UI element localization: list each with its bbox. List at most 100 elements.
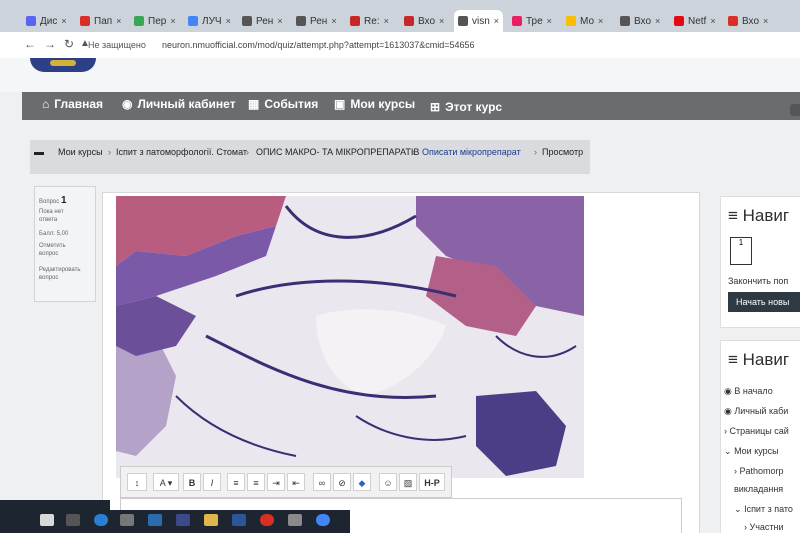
close-tab-icon[interactable]: × — [116, 16, 121, 26]
browser-tab[interactable]: ЛУЧ × — [184, 10, 235, 32]
browser-tab-label: Вхо — [634, 15, 652, 27]
nav-link-course-pathomorph[interactable]: › Pathomorp — [734, 466, 784, 476]
folder-icon[interactable] — [204, 514, 218, 526]
mail-icon[interactable] — [148, 514, 162, 526]
nav-link-participants[interactable]: › Участни — [744, 522, 784, 532]
nav-cabinet[interactable]: ◉ Личный кабинет — [122, 97, 236, 111]
browser-tab[interactable]: Re: × — [346, 10, 393, 32]
close-tab-icon[interactable]: × — [710, 16, 715, 26]
reload-icon[interactable]: ↻ — [64, 37, 74, 51]
link-icon[interactable]: ∞ — [313, 473, 331, 491]
edge-icon[interactable] — [94, 514, 108, 526]
main-nav: ⌂ Главная ◉ Личный кабинет ▦ События ▣ М… — [22, 92, 800, 120]
nav-link-dashboard[interactable]: ◉ Личный каби — [724, 406, 788, 417]
nav-thiscourse[interactable]: ⊞ Этот курс — [430, 100, 502, 114]
close-tab-icon[interactable]: × — [494, 16, 499, 26]
browser-tab[interactable]: Мо × — [562, 10, 607, 32]
document-icon — [242, 16, 252, 26]
nav-link-course-pathomorph-cont[interactable]: викладання — [734, 484, 783, 494]
nav-mycourses[interactable]: ▣ Мои курсы — [334, 97, 415, 111]
browser-tab[interactable]: Вхо × — [616, 10, 664, 32]
close-tab-icon[interactable]: × — [331, 16, 336, 26]
forward-icon[interactable]: → — [44, 37, 56, 51]
media-icon[interactable]: ◆ — [353, 473, 371, 491]
numbered-list-icon[interactable]: ≡ — [247, 473, 265, 491]
university-logo[interactable] — [30, 58, 96, 72]
site-navigation-title: ≡ Навиг — [728, 350, 789, 370]
close-tab-icon[interactable]: × — [763, 16, 768, 26]
video-icon[interactable] — [176, 514, 190, 526]
opera-icon[interactable] — [260, 514, 274, 526]
store-icon[interactable] — [120, 514, 134, 526]
chevron-right-icon: › — [744, 522, 747, 532]
browser-tab-label: ЛУЧ — [202, 15, 222, 27]
close-tab-icon[interactable]: × — [277, 16, 282, 26]
breadcrumb-course[interactable]: Іспит з патоморфології. Стомат — [116, 147, 247, 157]
start-new-preview-button[interactable]: Начать новы — [728, 292, 800, 312]
browser-tab[interactable]: Пер × — [130, 10, 180, 32]
close-tab-icon[interactable]: × — [655, 16, 660, 26]
flag-question-1[interactable]: Отметить — [39, 243, 66, 249]
screen: Дис × Пап × Пер × ЛУЧ × Рен × Рен × Re: × Вхо × visn × Тре… — [0, 0, 800, 533]
page-header — [0, 58, 800, 92]
image-icon[interactable]: ▨ — [399, 473, 417, 491]
browser-tab[interactable]: visn × — [454, 10, 504, 32]
browser-tab[interactable]: Netf × — [670, 10, 720, 32]
nav-events[interactable]: ▦ События — [248, 97, 318, 111]
nav-link-home[interactable]: ◉ В начало — [724, 386, 773, 397]
close-tab-icon[interactable]: × — [384, 16, 389, 26]
question-info: Вопрос 1 Пока нет ответа Балл: 5,00 Отме… — [34, 186, 96, 302]
edit-question-2[interactable]: вопрос — [39, 275, 58, 281]
bold-button[interactable]: B — [183, 473, 201, 491]
breadcrumb-mycourses[interactable]: Мои курсы — [58, 147, 103, 157]
nav-link-my-courses[interactable]: ⌄ Мои курсы — [724, 446, 779, 457]
browser-tab[interactable]: Вхо × — [724, 10, 772, 32]
question-status-2: ответа — [39, 217, 58, 223]
browser-tab[interactable]: Рен × — [292, 10, 341, 32]
collapse-icon[interactable]: ↕ — [127, 473, 147, 491]
browser-tab[interactable]: Рен × — [238, 10, 287, 32]
emoji-icon[interactable]: ☺ — [379, 473, 397, 491]
unlink-icon[interactable]: ⊘ — [333, 473, 351, 491]
browser-tab[interactable]: Вхо × — [400, 10, 448, 32]
browser-tab[interactable]: Тре × — [508, 10, 556, 32]
chrome-icon[interactable] — [316, 514, 330, 526]
flag-question-2[interactable]: вопрос — [39, 251, 58, 257]
app-icon[interactable] — [288, 514, 302, 526]
security-label[interactable]: Не защищено — [88, 40, 146, 50]
question-nav-box-1[interactable]: 1 — [730, 237, 752, 265]
back-icon[interactable]: ← — [24, 37, 36, 51]
breadcrumb-separator: › — [246, 147, 249, 157]
bullet-list-icon[interactable]: ≡ — [227, 473, 245, 491]
outdent-icon[interactable]: ⇤ — [287, 473, 305, 491]
font-style-button[interactable]: A ▾ — [153, 473, 179, 491]
taskbar-apps — [110, 510, 350, 533]
close-tab-icon[interactable]: × — [61, 16, 66, 26]
settings-icon[interactable] — [790, 104, 800, 116]
h5p-button[interactable]: H-P — [419, 473, 445, 491]
browser-tab[interactable]: Пап × — [76, 10, 125, 32]
browser-tab-label: Netf — [688, 15, 707, 27]
edit-question-1[interactable]: Редактировать — [39, 267, 80, 273]
close-tab-icon[interactable]: × — [547, 16, 552, 26]
nav-home[interactable]: ⌂ Главная — [42, 97, 103, 111]
indent-icon[interactable]: ⇥ — [267, 473, 285, 491]
nav-link-course-exam[interactable]: ⌄ Іспит з пато — [734, 504, 793, 515]
nav-cabinet-label: Личный кабинет — [137, 97, 236, 111]
close-tab-icon[interactable]: × — [439, 16, 444, 26]
windows-start-icon[interactable] — [40, 514, 54, 526]
close-tab-icon[interactable]: × — [170, 16, 175, 26]
close-tab-icon[interactable]: × — [598, 16, 603, 26]
close-tab-icon[interactable]: × — [226, 16, 231, 26]
editor-toolbar: ↕ A ▾ B I ≡ ≡ ⇥ ⇤ ∞ ⊘ ◆ ☺ ▨ H-P — [120, 466, 452, 498]
word-icon[interactable] — [232, 514, 246, 526]
breadcrumb-section[interactable]: ОПИС МАКРО- ТА МІКРОПРЕПАРАТІВ — [256, 147, 419, 157]
breadcrumb-quiz[interactable]: Описати мікропрепарат — [422, 147, 521, 157]
url-field[interactable]: neuron.nmuofficial.com/mod/quiz/attempt.… — [162, 40, 475, 50]
browser-tab-label: Рен — [256, 15, 274, 27]
browser-tab[interactable]: Дис × — [22, 10, 71, 32]
italic-button[interactable]: I — [203, 473, 221, 491]
finish-attempt-link[interactable]: Закончить поп — [728, 276, 788, 286]
search-icon[interactable] — [66, 514, 80, 526]
nav-link-site-pages[interactable]: › Страницы сай — [724, 426, 789, 436]
